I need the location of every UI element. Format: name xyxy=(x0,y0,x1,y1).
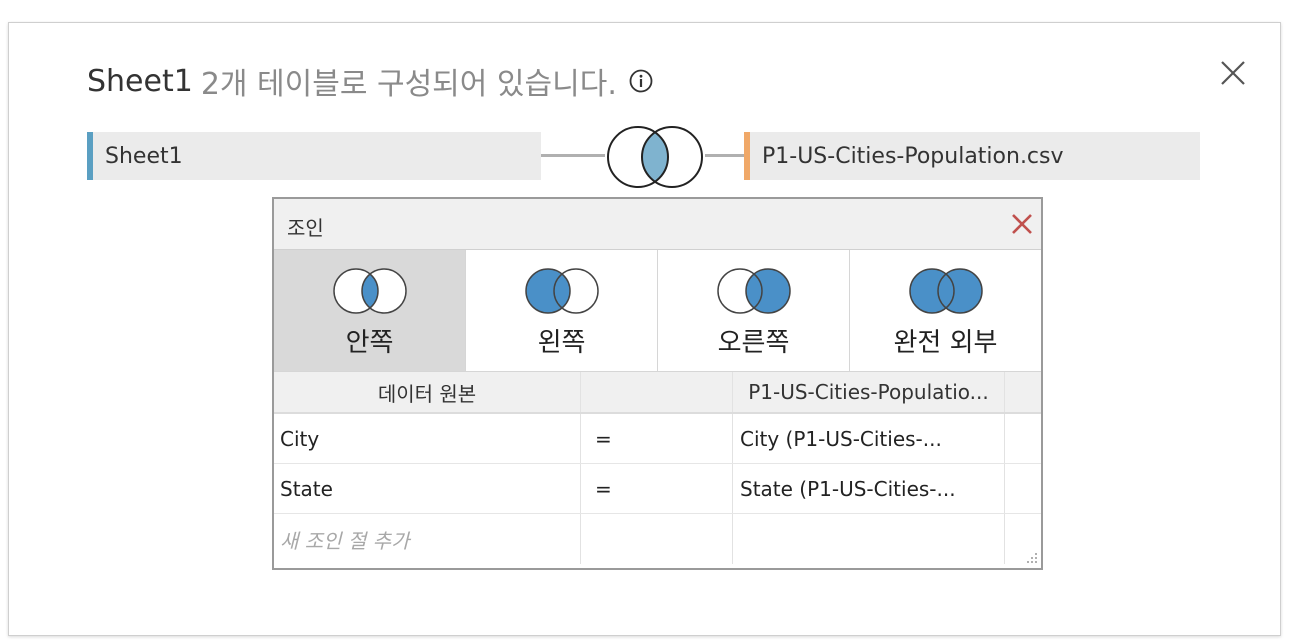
close-icon[interactable] xyxy=(1011,213,1033,235)
join-operator[interactable]: = xyxy=(581,414,733,463)
join-clause-header-row: 데이터 원본 P1-US-Cities-Populatio... xyxy=(274,372,1041,414)
full-outer-join-icon xyxy=(908,268,983,314)
right-table-name: P1-US-Cities-Population.csv xyxy=(762,143,1064,169)
join-type-left[interactable]: 왼쪽 xyxy=(466,250,658,371)
right-field[interactable]: State (P1-US-Cities-... xyxy=(733,464,1005,513)
join-link-line-right xyxy=(705,154,744,157)
join-link-line-left xyxy=(541,154,605,157)
join-type-label: 오른쪽 xyxy=(717,328,790,358)
join-type-label: 왼쪽 xyxy=(537,328,586,358)
join-type-right[interactable]: 오른쪽 xyxy=(658,250,850,371)
operator-header xyxy=(581,372,733,412)
join-operator[interactable]: = xyxy=(581,464,733,513)
join-panel-header: 조인 xyxy=(274,199,1041,250)
add-join-clause-placeholder[interactable]: 새 조인 절 추가 xyxy=(274,514,581,564)
page-title: Sheet1 2개 테이블로 구성되어 있습니다. xyxy=(87,61,653,102)
right-source-header[interactable]: P1-US-Cities-Populatio... xyxy=(733,372,1005,412)
header-spacer xyxy=(1005,372,1041,412)
join-clause-row[interactable]: City = City (P1-US-Cities-... xyxy=(274,414,1041,464)
join-panel-title: 조인 xyxy=(287,216,324,240)
source-description: 2개 테이블로 구성되어 있습니다. xyxy=(200,67,617,102)
data-source-dialog: Sheet1 2개 테이블로 구성되어 있습니다. Sheet1 P1-US-C… xyxy=(8,22,1281,636)
join-type-full-outer[interactable]: 완전 외부 xyxy=(850,250,1041,371)
row-spacer xyxy=(1005,464,1041,513)
close-icon[interactable] xyxy=(1219,59,1247,87)
right-join-icon xyxy=(716,268,791,314)
join-type-selector: 안쪽 왼쪽 오른쪽 완전 외부 xyxy=(274,250,1041,372)
join-type-label: 완전 외부 xyxy=(893,328,998,358)
info-icon[interactable] xyxy=(629,69,653,93)
empty-operator-cell xyxy=(581,514,733,564)
empty-right-cell xyxy=(733,514,1005,564)
row-spacer xyxy=(1005,414,1041,463)
left-table-pill[interactable]: Sheet1 xyxy=(87,132,541,180)
left-table-name: Sheet1 xyxy=(105,143,183,169)
source-name: Sheet1 xyxy=(87,63,193,99)
join-clause-row[interactable]: State = State (P1-US-Cities-... xyxy=(274,464,1041,514)
join-panel: 조인 안쪽 왼쪽 오른쪽 완전 외부 데이터 원본 P1-US-Cities-P… xyxy=(272,197,1043,570)
join-type-inner[interactable]: 안쪽 xyxy=(274,250,466,371)
resize-grip-icon[interactable] xyxy=(1024,551,1038,565)
add-join-clause-row[interactable]: 새 조인 절 추가 xyxy=(274,514,1041,564)
left-join-icon xyxy=(524,268,599,314)
join-clause-grid: 데이터 원본 P1-US-Cities-Populatio... City = … xyxy=(274,372,1041,568)
inner-join-icon xyxy=(332,268,407,314)
left-field[interactable]: State xyxy=(274,464,581,513)
right-field[interactable]: City (P1-US-Cities-... xyxy=(733,414,1005,463)
join-type-label: 안쪽 xyxy=(345,328,394,358)
left-field[interactable]: City xyxy=(274,414,581,463)
left-source-header[interactable]: 데이터 원본 xyxy=(274,372,581,412)
inner-join-icon[interactable] xyxy=(604,125,706,189)
right-table-pill[interactable]: P1-US-Cities-Population.csv xyxy=(744,132,1200,180)
